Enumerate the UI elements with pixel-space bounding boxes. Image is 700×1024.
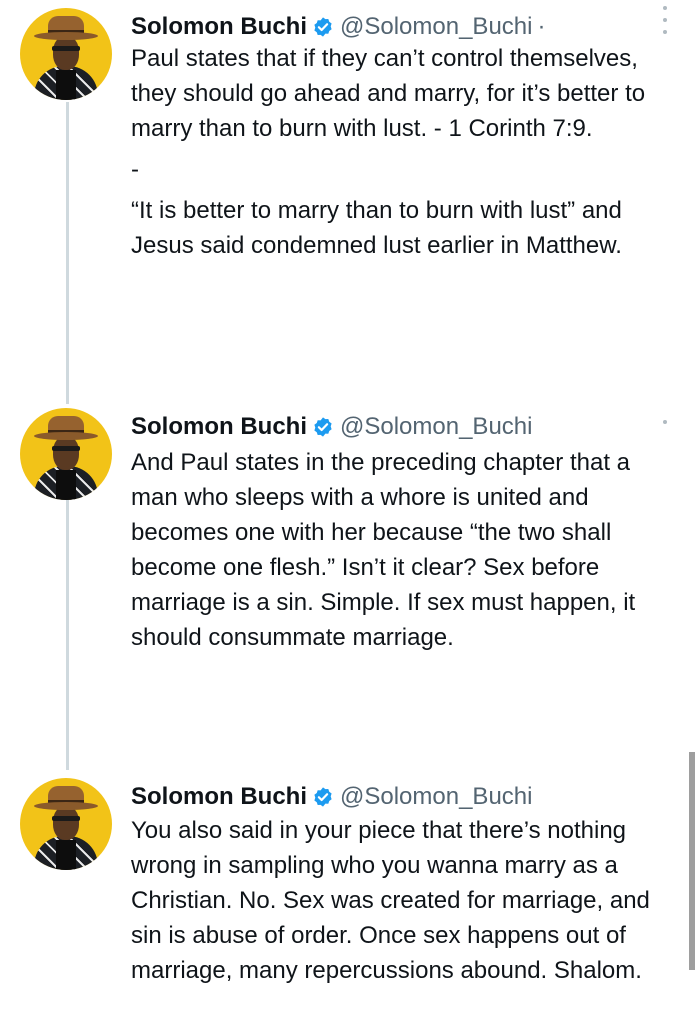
tweet-paragraph: And Paul states in the preceding chapter… [131, 449, 636, 651]
author-handle[interactable]: @Solomon_Buchi [340, 783, 532, 811]
avatar[interactable] [20, 778, 112, 870]
tweet[interactable]: Solomon Buchi @Solomon_Buchi · Paul stat… [0, 0, 700, 400]
tweet[interactable]: Solomon Buchi @Solomon_Buchi And Paul st… [0, 400, 700, 770]
tweet-paragraph: - [131, 156, 139, 183]
tweet-header: Solomon Buchi @Solomon_Buchi [131, 410, 532, 444]
author-handle[interactable]: @Solomon_Buchi [340, 13, 532, 41]
author-name[interactable]: Solomon Buchi [131, 413, 307, 441]
avatar[interactable] [20, 408, 112, 500]
verified-badge-icon [314, 17, 332, 37]
tweet-paragraph: “It is better to marry than to burn with… [131, 197, 622, 259]
scrollbar[interactable] [689, 752, 695, 970]
tweet-paragraph: You also said in your piece that there’s… [131, 817, 650, 984]
tweet[interactable]: Solomon Buchi @Solomon_Buchi You also sa… [0, 770, 700, 1024]
verified-badge-icon [314, 787, 332, 807]
more-options-icon[interactable] [660, 420, 670, 448]
tweet-header: Solomon Buchi @Solomon_Buchi [131, 780, 532, 814]
author-name[interactable]: Solomon Buchi [131, 783, 307, 811]
tweet-paragraph: Paul states that if they can’t control t… [131, 45, 646, 142]
more-options-icon[interactable] [660, 6, 670, 34]
tweet-text: You also said in your piece that there’s… [131, 813, 676, 988]
avatar[interactable] [20, 8, 112, 100]
header-separator: · [537, 13, 546, 40]
author-handle[interactable]: @Solomon_Buchi [340, 413, 532, 441]
verified-badge-icon [314, 417, 332, 437]
tweet-text: Paul states that if they can’t control t… [131, 41, 676, 263]
author-name[interactable]: Solomon Buchi [131, 13, 307, 41]
tweet-text: And Paul states in the preceding chapter… [131, 445, 676, 655]
tweet-header: Solomon Buchi @Solomon_Buchi · [131, 10, 545, 44]
